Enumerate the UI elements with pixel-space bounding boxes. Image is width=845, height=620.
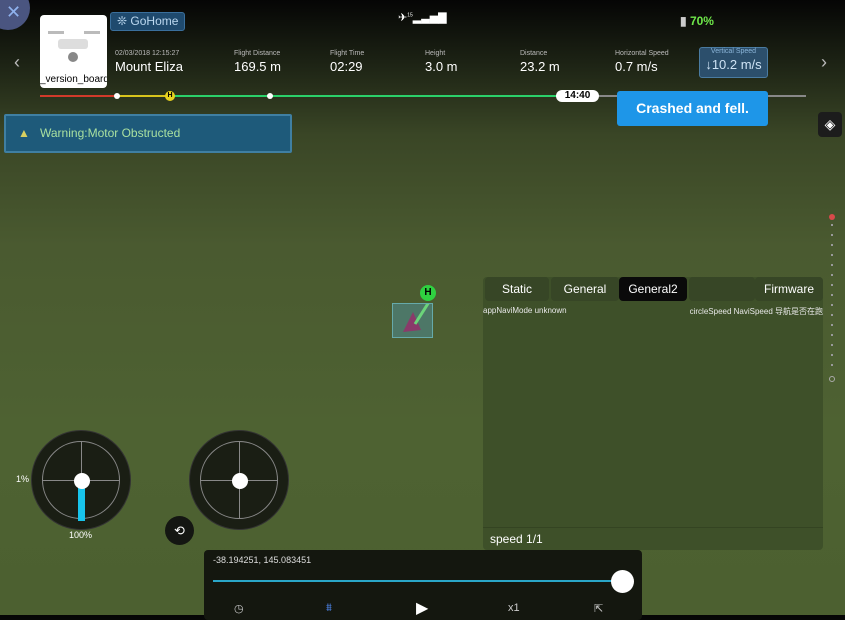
speed-button[interactable]: x1 <box>508 602 520 614</box>
stat-flight-time: Flight Time 02:29 <box>330 50 365 74</box>
layers-button[interactable]: ◈ <box>818 112 842 137</box>
timeline-segment-green <box>170 95 570 97</box>
remote-icon[interactable]: ⩩ <box>326 602 332 615</box>
stat-flight-distance: Flight Distance 169.5 m <box>234 50 281 74</box>
home-point-icon: H <box>420 285 436 301</box>
gohome-icon: ❊ <box>117 14 131 28</box>
play-icon[interactable]: ▶ <box>416 598 428 618</box>
speed-label: speed 1/1 <box>483 527 823 550</box>
layers-icon: ◈ <box>824 116 836 132</box>
navi-mode-text: appNaviMode unknown <box>483 306 567 315</box>
prev-arrow[interactable]: ‹ <box>14 52 20 73</box>
warning-icon: ▲ <box>18 126 30 140</box>
stat-vertical-speed[interactable]: Vertical Speed ↓10.2 m/s <box>699 47 768 78</box>
flight-info: 02/03/2018 12:15:27 Mount Eliza <box>115 50 183 74</box>
stat-height: Height 3.0 m <box>425 50 458 74</box>
stat-distance: Distance 23.2 m <box>520 50 560 74</box>
debug-panel: Static General General2 Firmware appNavi… <box>483 277 823 550</box>
battery-indicator: ▮ 70% <box>680 14 714 28</box>
playback-slider[interactable] <box>213 580 623 582</box>
timeline-marker[interactable] <box>267 93 273 99</box>
right-stick-knob <box>232 473 248 489</box>
timeline-segment-yellow <box>117 95 170 97</box>
camera-view-button[interactable]: ⟲ <box>165 516 194 545</box>
tab-general2[interactable]: General2 <box>619 277 687 301</box>
gohome-button[interactable]: ❊ GoHome <box>110 12 186 31</box>
battery-icon: ▮ <box>680 14 690 28</box>
right-stick <box>189 430 289 530</box>
tab-blank[interactable] <box>689 277 755 301</box>
timeline-segment-red <box>40 95 117 97</box>
scale-bottom-dot <box>829 376 835 382</box>
close-button[interactable]: ✕ <box>0 0 30 30</box>
signal-bars-icon: ▂▃▅▇ <box>412 12 447 24</box>
next-arrow[interactable]: › <box>821 52 827 73</box>
playback-handle[interactable] <box>611 570 634 593</box>
aircraft-arrow-icon <box>403 301 431 332</box>
stick-top-label: 1% <box>16 474 30 484</box>
stick-bottom-label: 100% <box>69 530 93 540</box>
left-stick <box>31 430 131 530</box>
satellite-signal: ✈15▂▃▅▇ <box>398 12 447 24</box>
compass-icon[interactable]: ◷ <box>234 602 244 615</box>
tab-static[interactable]: Static <box>485 277 549 301</box>
tab-firmware[interactable]: Firmware <box>755 277 823 301</box>
share-icon[interactable]: ⇱ <box>594 602 603 615</box>
scale-top-dot <box>829 214 835 220</box>
scale-ticks <box>831 224 833 374</box>
tab-general[interactable]: General <box>551 277 619 301</box>
left-stick-knob <box>74 473 90 489</box>
coordinates: -38.194251, 145.083451 <box>213 555 312 565</box>
timeline-marker[interactable] <box>114 93 120 99</box>
event-tooltip: Crashed and fell. <box>617 91 768 126</box>
drone-icon <box>48 31 100 62</box>
navi-speed-text: circleSpeed NaviSpeed 导航是否在跑 <box>689 307 823 316</box>
playback-bar: -38.194251, 145.083451 ◷ ⩩ ▶ x1 ⇱ <box>204 550 642 620</box>
home-marker-icon[interactable]: H <box>165 91 175 101</box>
rotate-icon: ⟲ <box>174 523 185 538</box>
aircraft-thumbnail[interactable]: _version_board <box>40 15 107 88</box>
warning-banner: ▲ Warning:Motor Obstructed <box>4 114 292 153</box>
aircraft-position[interactable] <box>392 301 433 338</box>
zoom-scale[interactable] <box>829 214 835 382</box>
stat-horizontal-speed: Horizontal Speed 0.7 m/s <box>615 50 669 74</box>
satellite-icon: ✈ <box>398 12 408 24</box>
close-icon: ✕ <box>6 2 22 22</box>
timeline-time[interactable]: 14:40 <box>556 90 599 102</box>
aircraft-label: _version_board <box>40 74 107 85</box>
